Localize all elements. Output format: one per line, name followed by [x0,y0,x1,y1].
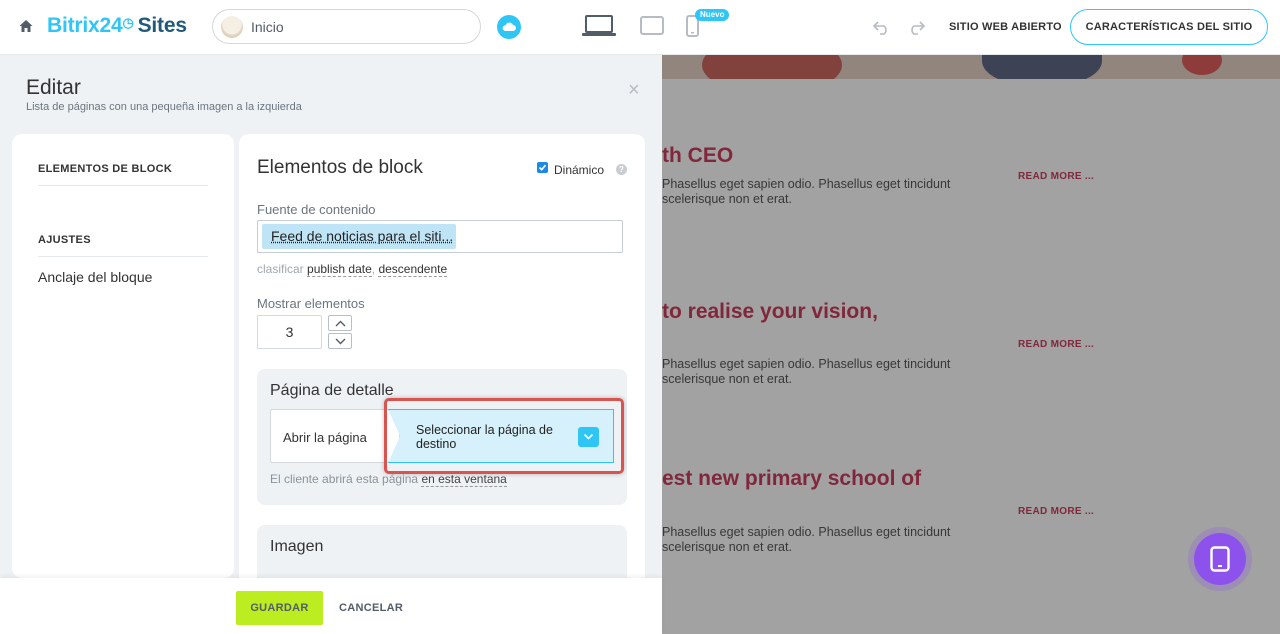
check-icon [538,164,547,171]
cloud-icon[interactable] [497,15,521,39]
nav-heading-settings[interactable]: AJUSTES [38,234,91,246]
undo-icon[interactable] [873,19,891,35]
panel-subtitle: Lista de páginas con una pequeña imagen … [26,101,302,113]
tablet-icon [1210,546,1230,572]
nav-item-block-anchor[interactable]: Anclaje del bloque [38,269,152,285]
sort-field-link[interactable]: publish date [307,262,372,277]
image-section-title: Imagen [270,538,324,555]
open-website-link[interactable]: SITIO WEB ABIERTO [949,21,1062,33]
page-selector[interactable]: Inicio [212,9,481,44]
show-elements-input[interactable]: 3 [257,315,322,349]
mobile-view-button[interactable] [1194,533,1246,585]
dynamic-label: Dinámico [554,163,605,177]
edit-panel: Editar Lista de páginas con una pequeña … [0,55,662,634]
image-section[interactable]: Imagen [257,525,627,578]
block-elements-form: Elementos de block Dinámico ? Fuente de … [239,134,645,578]
website-preview: th CEO Phasellus eget sapien odio. Phase… [662,55,1280,634]
save-button[interactable]: GUARDAR [236,591,323,625]
preview-overlay [662,55,1280,634]
content-source-field[interactable]: Feed de noticias para el siti... [257,220,623,253]
close-icon[interactable]: × [628,80,640,100]
help-icon[interactable]: ? [616,164,627,175]
new-badge: Nuevo [695,9,730,21]
sort-separator: , [371,262,376,276]
panel-nav: ELEMENTOS DE BLOCK AJUSTES Anclaje del b… [12,134,234,578]
highlight-frame [384,398,624,474]
show-elements-label: Mostrar elementos [257,296,365,311]
site-features-button[interactable]: CARACTERÍSTICAS DEL SITIO [1070,9,1268,45]
dynamic-checkbox[interactable] [537,162,548,173]
increment-button[interactable] [328,315,352,331]
detail-hint-text: El cliente abrirá esta página [270,472,419,486]
page-thumbnail [221,16,243,38]
top-bar: Bitrix24◷ Sites Inicio Nuevo SITIO WEB AB… [0,0,1280,55]
panel-title: Editar [26,76,81,99]
logo-brand: Bitrix24 [47,14,123,37]
sort-row: clasificar publish date, descendente [257,262,448,277]
chevron-down-icon [335,338,346,345]
page-selector-label: Inicio [251,19,284,35]
nav-heading-block-elements[interactable]: ELEMENTOS DE BLOCK [38,163,172,175]
window-target-link[interactable]: en esta ventana [421,472,507,487]
open-page-label: Abrir la página [283,430,367,445]
form-title: Elementos de block [257,157,423,178]
sort-label: clasificar [257,262,304,276]
redo-icon[interactable] [907,19,925,35]
logo-clock-icon: ◷ [122,15,134,30]
tablet-icon[interactable] [640,16,664,35]
cancel-button[interactable]: CANCELAR [339,602,403,614]
detail-page-title: Página de detalle [270,382,394,399]
home-icon[interactable] [18,18,34,34]
detail-page-hint: El cliente abrirá esta página en esta ve… [270,472,507,487]
content-source-label: Fuente de contenido [257,202,376,217]
chevron-up-icon [335,320,346,327]
content-source-chip[interactable]: Feed de noticias para el siti... [262,224,456,249]
sort-order-link[interactable]: descendente [378,262,448,277]
nav-divider [38,256,208,257]
nav-divider [38,185,208,186]
panel-footer: GUARDAR CANCELAR [0,578,662,634]
decrement-button[interactable] [328,333,352,349]
bitrix24-sites-logo: Bitrix24◷ Sites [47,14,187,38]
laptop-icon[interactable] [582,15,616,37]
logo-product: Sites [137,14,187,37]
open-page-option[interactable]: Abrir la página [270,409,400,463]
